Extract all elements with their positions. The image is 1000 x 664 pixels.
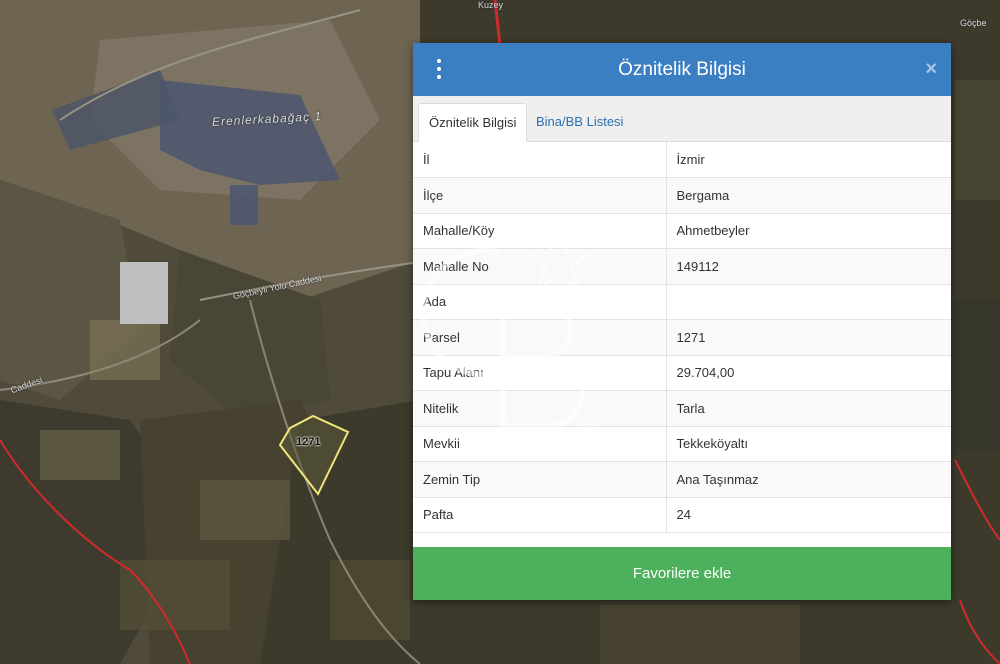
attribute-key: Pafta xyxy=(413,497,667,533)
panel-title: Öznitelik Bilgisi xyxy=(618,59,746,80)
attribute-key: Ada xyxy=(413,284,667,320)
table-row: Zemin Tip Ana Taşınmaz xyxy=(413,461,951,498)
attribute-key: İl xyxy=(413,142,667,178)
attribute-table: İl İzmir İlçe Bergama Mahalle/Köy Ahmetbeyl… xyxy=(413,142,951,533)
table-row: Ada xyxy=(413,284,951,320)
attribute-key: Mahalle/Köy xyxy=(413,213,667,249)
panel-header: Öznitelik Bilgisi × xyxy=(413,43,951,96)
panel-tabs: Öznitelik Bilgisi Bina/BB Listesi xyxy=(413,96,951,142)
attribute-value: Bergama xyxy=(666,177,951,214)
attribute-info-panel: Öznitelik Bilgisi × Öznitelik Bilgisi Bi… xyxy=(413,43,951,600)
tab-attribute-info[interactable]: Öznitelik Bilgisi xyxy=(418,103,528,142)
table-row: İl İzmir xyxy=(413,142,951,178)
add-to-favorites-button[interactable]: Favorilere ekle xyxy=(413,547,951,600)
table-row: Mahalle No 149112 xyxy=(413,248,951,285)
table-row: Pafta 24 xyxy=(413,497,951,533)
attribute-value: Ana Taşınmaz xyxy=(666,461,951,498)
table-row: Nitelik Tarla xyxy=(413,390,951,427)
attribute-value: Ahmetbeyler xyxy=(666,213,951,249)
attribute-value: Tekkeköyaltı xyxy=(666,426,951,462)
attribute-key: Zemin Tip xyxy=(413,461,667,498)
table-row: İlçe Bergama xyxy=(413,177,951,214)
attribute-value: 149112 xyxy=(666,248,951,285)
attribute-value: 29.704,00 xyxy=(666,355,951,391)
attribute-value: Tarla xyxy=(666,390,951,427)
attribute-key: Parsel xyxy=(413,319,667,356)
road-label-top-right: Göçbe xyxy=(960,18,987,28)
attribute-value: İzmir xyxy=(666,142,951,178)
attribute-value: 1271 xyxy=(666,319,951,356)
tab-building-list[interactable]: Bina/BB Listesi xyxy=(526,103,633,141)
attribute-key: Mevkii xyxy=(413,426,667,462)
attribute-value: 24 xyxy=(666,497,951,533)
table-row: Mahalle/Köy Ahmetbeyler xyxy=(413,213,951,249)
table-row: Mevkii Tekkeköyaltı xyxy=(413,426,951,462)
attribute-key: Nitelik xyxy=(413,390,667,427)
attribute-value xyxy=(666,284,951,320)
attribute-key: İlçe xyxy=(413,177,667,214)
table-row: Tapu Alanı 29.704,00 xyxy=(413,355,951,391)
road-label-top: Kuzey xyxy=(478,0,504,10)
attribute-key: Mahalle No xyxy=(413,248,667,285)
attribute-key: Tapu Alanı xyxy=(413,355,667,391)
parcel-number-label: 1271 xyxy=(296,436,321,448)
table-row: Parsel 1271 xyxy=(413,319,951,356)
close-icon[interactable]: × xyxy=(925,58,937,80)
